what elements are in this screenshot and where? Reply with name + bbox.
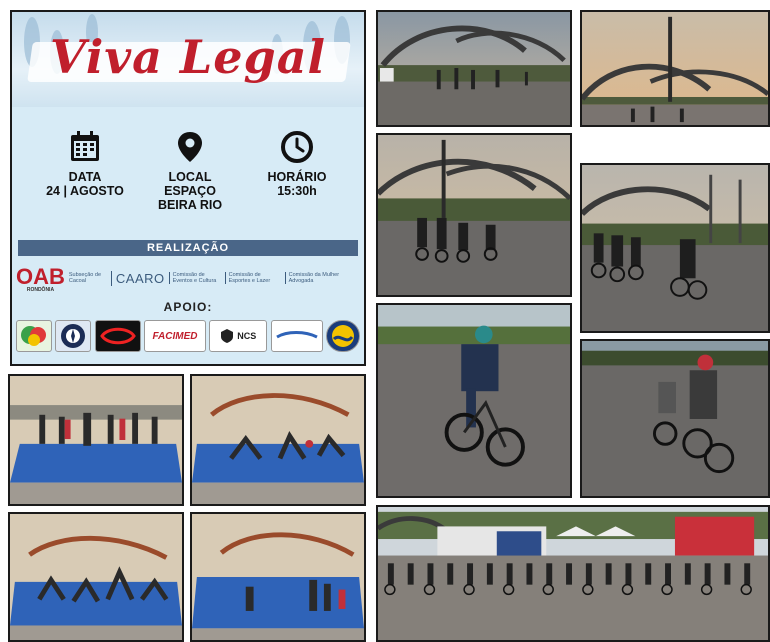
sponsor-logo-2 (55, 320, 92, 352)
sponsor-logo-7 (325, 320, 360, 352)
comissao-esportes: Comissão de Esportes e Lazer (224, 272, 281, 284)
photo-cycling-3 (376, 133, 572, 297)
clock-icon (281, 131, 313, 163)
sponsor-ncs: NCS (209, 320, 268, 352)
poster-title: Viva Legal (50, 30, 326, 84)
sponsor-facimed: FACIMED (143, 320, 206, 352)
poster-banner: Viva Legal (12, 12, 364, 107)
sponsors-row: FACIMED NCS (16, 318, 360, 354)
sponsor-logo-6 (270, 320, 323, 352)
oab-text: OAB (16, 263, 65, 289)
photo-yoga-2 (190, 374, 366, 506)
photo-cycling-6 (580, 339, 770, 498)
photo-cycling-1 (376, 10, 572, 127)
photo-cycling-4 (580, 163, 770, 333)
photo-yoga-3 (8, 512, 184, 642)
oab-logo: OAB RONDÔNIA (16, 264, 65, 293)
photo-cycling-2 (580, 10, 770, 127)
subsecao-text: Subseção de Cacoal (68, 272, 101, 284)
sponsor-ncs-text: NCS (237, 331, 257, 341)
photo-cycling-5 (376, 303, 572, 498)
photo-cycling-group (376, 505, 770, 642)
comissao-mulher: Comissão da Mulher Advogada (284, 272, 341, 284)
info-location: LOCAL ESPAÇO BEIRA RIO (131, 130, 249, 212)
realizacao-bar: REALIZAÇÃO (18, 240, 358, 256)
location-value-2: BEIRA RIO (157, 198, 223, 212)
date-label: DATA (68, 170, 102, 184)
time-label: HORÁRIO (267, 170, 327, 184)
sponsor-logo-1 (16, 320, 52, 352)
apoio-label: APOIO: (163, 300, 213, 314)
caaro-logo: CAARO (110, 270, 165, 286)
photo-yoga-4 (190, 512, 366, 642)
location-pin-icon (178, 132, 202, 162)
sponsor-logo-3 (94, 320, 141, 352)
info-time: HORÁRIO 15:30h (238, 130, 356, 198)
location-value-1: ESPAÇO (164, 184, 216, 198)
info-date: DATA 24 | AGOSTO (26, 130, 144, 198)
photo-yoga-1 (8, 374, 184, 506)
calendar-icon (71, 131, 99, 161)
time-value: 15:30h (277, 184, 317, 198)
event-poster: Viva Legal DATA 24 | AGOSTO LOCAL ESPAÇO… (10, 10, 366, 366)
organizers-row: OAB RONDÔNIA Subseção de Cacoal CAARO Co… (16, 262, 360, 294)
location-label: LOCAL (168, 170, 212, 184)
date-value: 24 | AGOSTO (46, 184, 124, 198)
comissao-eventos: Comissão de Eventos e Cultura (168, 272, 221, 284)
